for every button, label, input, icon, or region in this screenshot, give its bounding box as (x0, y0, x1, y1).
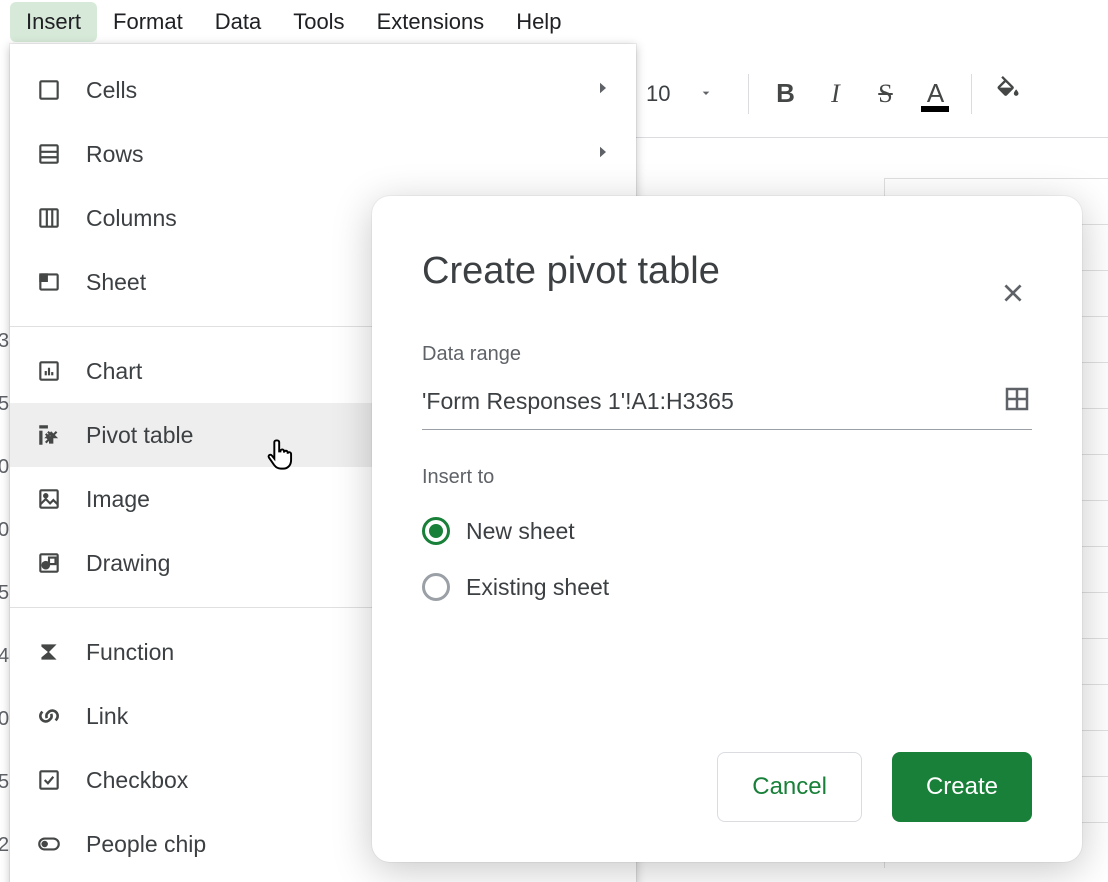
link-icon (34, 703, 64, 729)
data-range-input[interactable] (422, 388, 1002, 415)
menu-item-label: Rows (86, 141, 144, 168)
chart-icon (34, 358, 64, 384)
menu-bar: Insert Format Data Tools Extensions Help (0, 0, 1108, 44)
chevron-right-icon (594, 143, 612, 166)
toolbar: 10 B I S A (636, 50, 1108, 138)
cells-icon (34, 77, 64, 103)
separator (971, 74, 972, 114)
font-size-selector[interactable]: 10 (646, 81, 734, 107)
dialog-title: Create pivot table (422, 250, 720, 293)
paint-bucket-icon (994, 76, 1022, 111)
separator (748, 74, 749, 114)
strikethrough-button[interactable]: S (863, 72, 907, 116)
menu-item-label: Sheet (86, 269, 146, 296)
text-color-button[interactable]: A (913, 72, 957, 116)
sheet-icon (34, 269, 64, 295)
columns-icon (34, 205, 64, 231)
menu-item-label: Chart (86, 358, 142, 385)
chevron-right-icon (594, 79, 612, 102)
checkbox-icon (34, 767, 64, 793)
menu-format[interactable]: Format (97, 2, 199, 42)
cursor-icon (266, 438, 296, 479)
menu-item-rows[interactable]: Rows (10, 122, 636, 186)
create-pivot-table-dialog: Create pivot table Data range Insert to … (372, 196, 1082, 862)
menu-item-label: People chip (86, 831, 206, 858)
menu-item-label: Checkbox (86, 767, 188, 794)
font-size-value: 10 (646, 81, 670, 107)
select-range-button[interactable] (1002, 384, 1032, 419)
italic-button[interactable]: I (813, 72, 857, 116)
close-icon (1000, 281, 1026, 312)
drawing-icon (34, 550, 64, 576)
create-button[interactable]: Create (892, 752, 1032, 822)
radio-existing-sheet[interactable]: Existing sheet (422, 573, 1032, 601)
radio-icon (422, 573, 450, 601)
menu-insert[interactable]: Insert (10, 2, 97, 42)
people-chip-icon (34, 831, 64, 857)
dropdown-caret-icon (698, 81, 714, 107)
radio-label: New sheet (466, 518, 575, 545)
image-icon (34, 486, 64, 512)
menu-item-cells[interactable]: Cells (10, 58, 636, 122)
radio-icon (422, 517, 450, 545)
radio-new-sheet[interactable]: New sheet (422, 517, 1032, 545)
close-button[interactable] (994, 274, 1032, 319)
menu-extensions[interactable]: Extensions (361, 2, 501, 42)
menu-item-label: Drawing (86, 550, 170, 577)
pivot-table-icon (34, 422, 64, 448)
insert-to-label: Insert to (422, 466, 1032, 489)
data-range-field (422, 384, 1032, 430)
function-icon (34, 639, 64, 665)
menu-item-label: Columns (86, 205, 177, 232)
cancel-button[interactable]: Cancel (717, 752, 862, 822)
menu-item-label: Pivot table (86, 422, 193, 449)
rows-icon (34, 141, 64, 167)
radio-label: Existing sheet (466, 574, 609, 601)
menu-item-label: Link (86, 703, 128, 730)
menu-item-label: Image (86, 486, 150, 513)
menu-data[interactable]: Data (199, 2, 277, 42)
grid-icon (1002, 401, 1032, 418)
menu-tools[interactable]: Tools (277, 2, 360, 42)
fill-color-button[interactable] (986, 72, 1030, 116)
menu-help[interactable]: Help (500, 2, 577, 42)
data-range-label: Data range (422, 343, 1032, 366)
bold-button[interactable]: B (763, 72, 807, 116)
row-numbers: 3 5 0 0 5 4 0 5 2 (0, 330, 9, 857)
menu-item-label: Function (86, 639, 174, 666)
menu-item-label: Cells (86, 77, 137, 104)
